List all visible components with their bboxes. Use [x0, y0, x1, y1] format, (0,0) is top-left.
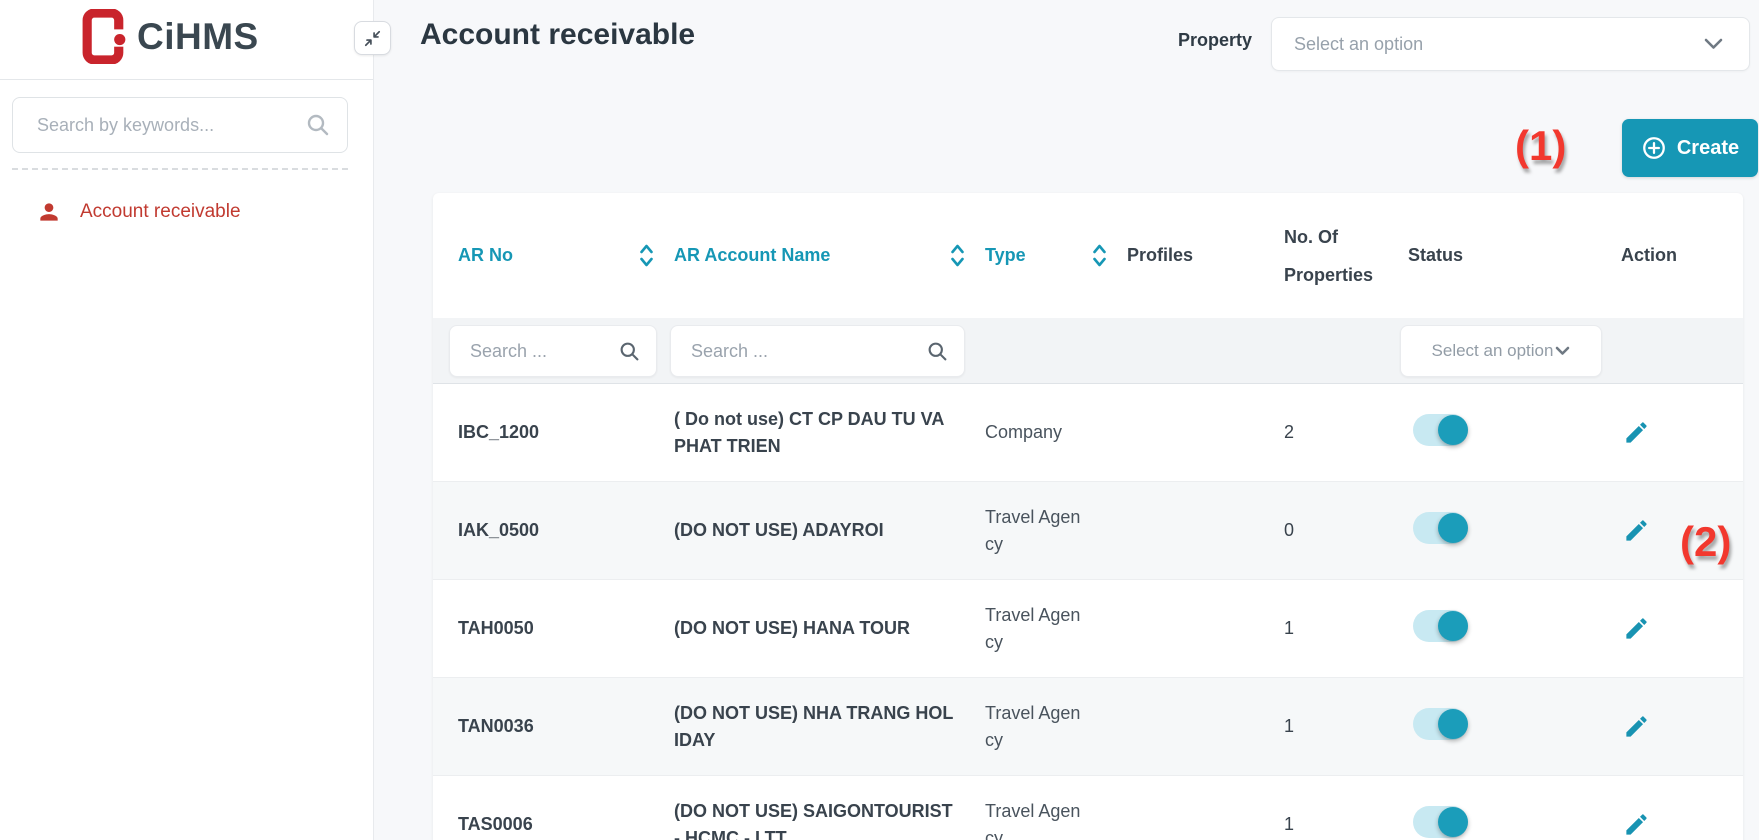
- properties-count-cell: 0: [1284, 520, 1408, 541]
- create-button-label: Create: [1677, 137, 1739, 160]
- column-header-type[interactable]: Type: [985, 243, 1127, 268]
- ar-account-name-cell: (DO NOT USE) ADAYROI: [674, 517, 955, 544]
- status-toggle[interactable]: [1413, 610, 1468, 642]
- sort-icon[interactable]: [639, 243, 654, 268]
- properties-count-cell: 2: [1284, 422, 1408, 443]
- ar-table-card: AR No AR Account Name Type Profiles No. Of P…: [433, 193, 1743, 840]
- toggle-knob: [1438, 513, 1468, 543]
- logo-row: CiHMS: [0, 0, 373, 80]
- table-filter-row: Select an option: [433, 318, 1743, 384]
- ar-account-name-cell: (DO NOT USE) HANA TOUR: [674, 615, 955, 642]
- pencil-icon: [1623, 713, 1650, 740]
- property-select-value: Select an option: [1294, 34, 1704, 55]
- column-header-status: Status: [1408, 245, 1621, 266]
- status-filter-select[interactable]: Select an option: [1400, 325, 1602, 377]
- table-row: TAH0050(DO NOT USE) HANA TOUR Travel Agen…: [433, 580, 1743, 678]
- pencil-icon: [1623, 811, 1650, 838]
- edit-button[interactable]: [1621, 614, 1651, 644]
- app-window: CiHMS Account receivable: [0, 0, 1759, 840]
- properties-count-cell: 1: [1284, 716, 1408, 737]
- logo-text: CiHMS: [137, 16, 259, 58]
- ar-no-cell: IAK_0500: [458, 520, 674, 541]
- column-header-label: Action: [1621, 245, 1677, 265]
- column-header-label: Profiles: [1127, 245, 1193, 265]
- table-header-row: AR No AR Account Name Type Profiles No. Of P…: [433, 193, 1743, 318]
- account-name-filter: [670, 325, 965, 377]
- edit-button[interactable]: [1621, 712, 1651, 742]
- status-toggle[interactable]: [1413, 806, 1468, 838]
- properties-count-cell: 1: [1284, 618, 1408, 639]
- table-row: IBC_1200( Do not use) CT CP DAU TU VA PH…: [433, 384, 1743, 482]
- edit-button[interactable]: [1621, 810, 1651, 840]
- create-button[interactable]: Create: [1622, 119, 1758, 177]
- column-header-profiles: Profiles: [1127, 245, 1284, 266]
- ar-no-cell: TAH0050: [458, 618, 674, 639]
- cihms-logo-icon: [81, 9, 130, 64]
- column-header-no-of-properties: No. Of Properties: [1284, 218, 1389, 294]
- property-label: Property: [1150, 30, 1252, 51]
- search-icon: [619, 341, 640, 362]
- ar-no-filter: [449, 325, 657, 377]
- sidebar: CiHMS Account receivable: [0, 0, 374, 840]
- edit-button[interactable]: [1621, 418, 1651, 448]
- annotation-1: (1): [1515, 122, 1566, 170]
- type-cell: Company: [985, 419, 1085, 446]
- ar-no-cell: IBC_1200: [458, 422, 674, 443]
- search-icon: [306, 113, 330, 137]
- status-toggle[interactable]: [1413, 708, 1468, 740]
- plus-circle-icon: [1641, 135, 1667, 161]
- column-header-label: Status: [1408, 245, 1463, 265]
- toggle-knob: [1438, 709, 1468, 739]
- status-toggle[interactable]: [1413, 414, 1468, 446]
- chevron-down-icon: [1555, 346, 1570, 356]
- toggle-knob: [1438, 807, 1468, 837]
- table-row: TAN0036(DO NOT USE) NHA TRANG HOLIDAY Tra…: [433, 678, 1743, 776]
- table-row: IAK_0500(DO NOT USE) ADAYROI Travel Agenc…: [433, 482, 1743, 580]
- type-cell: Travel Agency: [985, 602, 1085, 656]
- type-cell: Travel Agency: [985, 504, 1085, 558]
- column-header-label: AR Account Name: [674, 245, 830, 266]
- pencil-icon: [1623, 517, 1650, 544]
- sidebar-search-input[interactable]: [12, 97, 348, 153]
- pencil-icon: [1623, 419, 1650, 446]
- pencil-icon: [1623, 615, 1650, 642]
- ar-account-name-cell: ( Do not use) CT CP DAU TU VA PHAT TRIEN: [674, 406, 955, 460]
- toggle-knob: [1438, 415, 1468, 445]
- search-icon: [927, 341, 948, 362]
- column-header-ar-account-name[interactable]: AR Account Name: [674, 243, 985, 268]
- page-title: Account receivable: [420, 18, 695, 52]
- sidebar-collapse-button[interactable]: [354, 21, 391, 55]
- toggle-knob: [1438, 611, 1468, 641]
- column-header-action: Action: [1621, 245, 1743, 266]
- column-header-label: AR No: [458, 245, 513, 266]
- table-body: IBC_1200( Do not use) CT CP DAU TU VA PH…: [433, 384, 1743, 840]
- annotation-2: (2): [1680, 518, 1731, 566]
- sort-icon[interactable]: [950, 243, 965, 268]
- sidebar-item-label: Account receivable: [80, 201, 241, 223]
- ar-account-name-cell: (DO NOT USE) NHA TRANG HOLIDAY: [674, 700, 955, 754]
- status-toggle[interactable]: [1413, 512, 1468, 544]
- collapse-icon: [363, 29, 382, 48]
- ar-no-cell: TAN0036: [458, 716, 674, 737]
- sidebar-divider: [12, 168, 348, 170]
- edit-button[interactable]: [1621, 516, 1651, 546]
- sidebar-search: [12, 97, 348, 153]
- table-row: TAS0006(DO NOT USE) SAIGONTOURIST - HCMC…: [433, 776, 1743, 840]
- ar-no-filter-input[interactable]: [450, 341, 619, 362]
- chevron-down-icon: [1704, 38, 1723, 50]
- ar-no-cell: TAS0006: [458, 814, 674, 835]
- account-name-filter-input[interactable]: [671, 341, 927, 362]
- column-header-label: Type: [985, 245, 1026, 266]
- column-header-ar-no[interactable]: AR No: [458, 243, 674, 268]
- person-icon: [36, 199, 62, 225]
- status-filter-value: Select an option: [1432, 341, 1554, 361]
- properties-count-cell: 1: [1284, 814, 1408, 835]
- ar-account-name-cell: (DO NOT USE) SAIGONTOURIST - HCMC - LTT: [674, 798, 955, 840]
- sort-icon[interactable]: [1092, 243, 1107, 268]
- column-header-label: No. Of Properties: [1284, 227, 1373, 285]
- sidebar-item-account-receivable[interactable]: Account receivable: [0, 190, 374, 234]
- type-cell: Travel Agency: [985, 798, 1085, 840]
- property-select[interactable]: Select an option: [1271, 17, 1750, 71]
- type-cell: Travel Agency: [985, 700, 1085, 754]
